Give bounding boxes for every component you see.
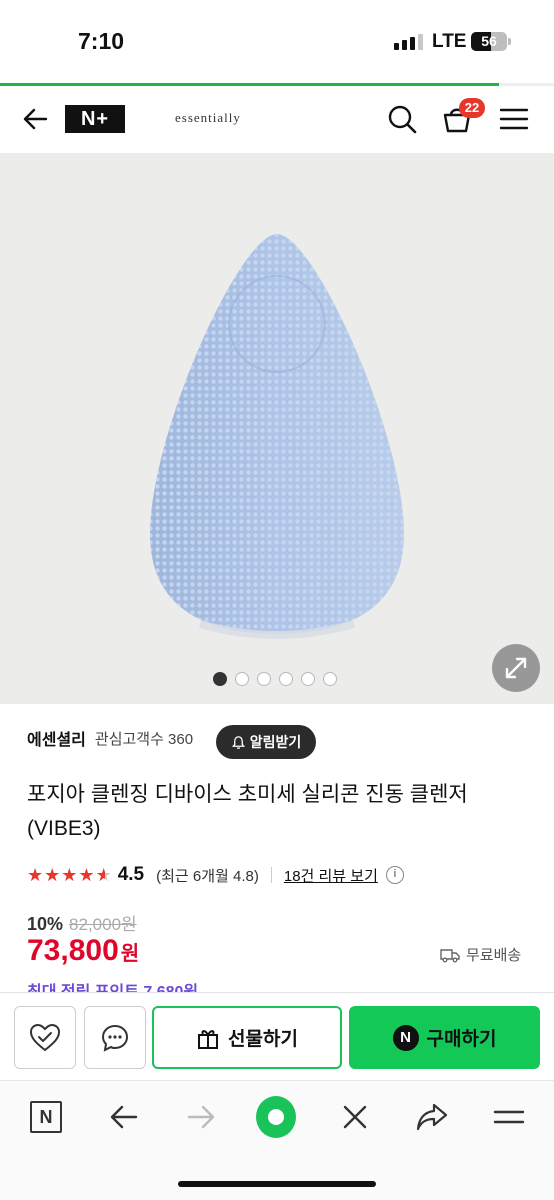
- star-icon: ★: [61, 864, 78, 885]
- naver-n-label: N: [30, 1101, 62, 1133]
- gift-button[interactable]: 선물하기: [152, 1006, 342, 1069]
- shipping-label: 무료배송: [466, 947, 522, 964]
- back-icon[interactable]: [104, 1097, 144, 1137]
- sale-price-unit: 원: [120, 943, 140, 965]
- forward-icon[interactable]: [181, 1097, 221, 1137]
- talk-button[interactable]: [84, 1006, 146, 1069]
- green-home-icon[interactable]: [256, 1096, 296, 1138]
- home-indicator: [178, 1181, 376, 1187]
- alarm-label: 알림받기: [249, 734, 302, 750]
- bell-plus-icon: [231, 735, 245, 749]
- alarm-button[interactable]: 알림받기: [216, 725, 316, 759]
- search-icon[interactable]: [386, 103, 418, 135]
- wishlist-button[interactable]: [14, 1006, 76, 1069]
- top-header: N+ essentially 22: [0, 86, 554, 154]
- clock: 7:10: [78, 28, 125, 54]
- star-icon: ★: [44, 864, 61, 885]
- star-icon: ★: [95, 864, 112, 885]
- sale-price-value: 73,800: [27, 934, 119, 967]
- sale-price: 73,800 원: [27, 934, 139, 968]
- star-rating: ★ ★ ★ ★ ★: [27, 865, 112, 886]
- product-image: [150, 234, 404, 639]
- hamburger-menu-icon[interactable]: [498, 103, 530, 135]
- max-points[interactable]: 최대 적립 포인트 7,680원: [27, 978, 198, 992]
- cart-count-badge: 22: [459, 98, 485, 118]
- buy-button[interactable]: N 구매하기: [349, 1006, 540, 1069]
- gallery-pagination: [213, 672, 337, 686]
- rating-row: ★ ★ ★ ★ ★ 4.5 (최근 6개월 4.8) 18건 리뷰 보기 i: [27, 864, 404, 886]
- chat-bubble-icon: [101, 1024, 129, 1052]
- star-icon: ★: [78, 864, 95, 885]
- seller-name[interactable]: 에센셜리: [27, 726, 86, 750]
- back-arrow-icon[interactable]: [20, 104, 50, 134]
- heart-check-icon: [29, 1023, 61, 1051]
- gallery-dot[interactable]: [235, 672, 249, 686]
- product-image-gallery[interactable]: [0, 154, 554, 704]
- purchase-action-bar: 선물하기 N 구매하기: [0, 992, 554, 1080]
- truck-icon: [440, 948, 460, 962]
- browser-toolbar: N: [0, 1080, 554, 1200]
- buy-label: 구매하기: [426, 1029, 497, 1050]
- gift-label: 선물하기: [228, 1029, 298, 1050]
- naver-n-icon[interactable]: N: [26, 1097, 66, 1137]
- naver-pay-icon: N: [392, 1024, 419, 1051]
- rating-score: 4.5: [117, 864, 145, 885]
- battery-level: 56: [481, 33, 497, 49]
- original-price: 82,000원: [69, 915, 137, 934]
- info-icon[interactable]: i: [385, 866, 404, 884]
- discount-rate: 10%: [27, 914, 64, 934]
- gallery-dot[interactable]: [279, 672, 293, 686]
- store-logo[interactable]: N+: [65, 105, 125, 133]
- gallery-dot[interactable]: [213, 672, 227, 686]
- status-bar: 7:10 LTE 56: [0, 0, 554, 84]
- discount-row: 10% 82,000원: [27, 910, 137, 935]
- shipping-info: 무료배송: [440, 944, 521, 965]
- battery-icon: 56: [471, 32, 507, 51]
- signal-icon: [394, 34, 423, 50]
- brand-name[interactable]: essentially: [175, 110, 241, 126]
- star-icon: ★: [27, 864, 44, 885]
- product-title: 포지아 클렌징 디바이스 초미세 실리콘 진동 클렌저 (VIBE3): [27, 783, 468, 840]
- menu-icon[interactable]: [489, 1097, 529, 1137]
- gift-icon: [198, 1029, 219, 1049]
- network-type: LTE: [432, 31, 467, 52]
- share-icon[interactable]: [412, 1097, 452, 1137]
- gallery-dot[interactable]: [257, 672, 271, 686]
- gallery-dot[interactable]: [323, 672, 337, 686]
- favorites-count: 관심고객수 360: [94, 730, 194, 748]
- recent-rating: (최근 6개월 4.8): [156, 867, 259, 885]
- expand-icon[interactable]: [492, 644, 540, 692]
- close-icon[interactable]: [335, 1097, 375, 1137]
- review-link[interactable]: 18건 리뷰 보기: [284, 865, 378, 886]
- gallery-dot[interactable]: [301, 672, 315, 686]
- seller-row: 에센셜리 관심고객수 360: [27, 726, 193, 750]
